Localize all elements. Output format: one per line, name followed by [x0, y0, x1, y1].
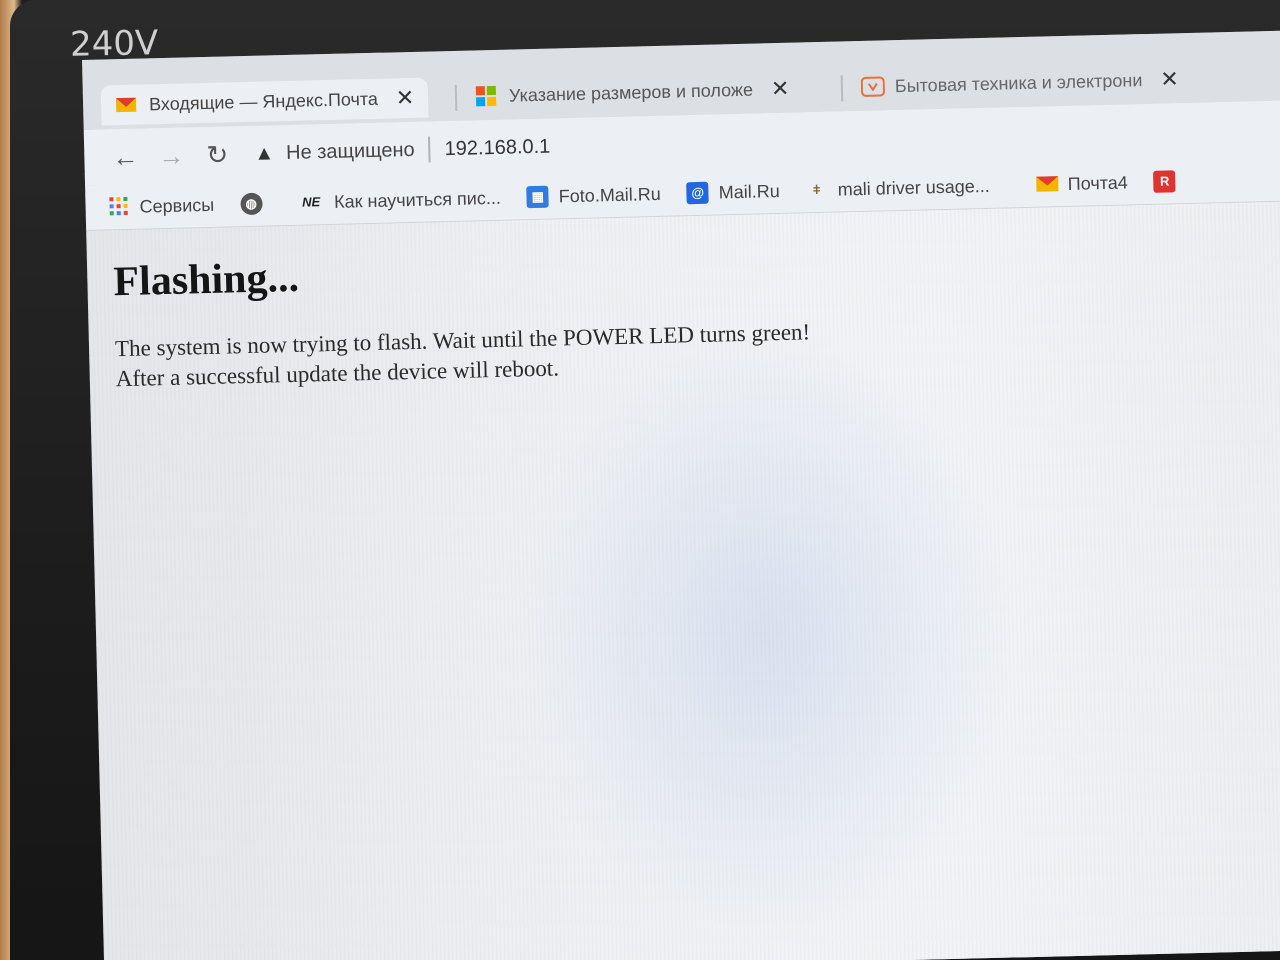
microsoft-icon — [475, 85, 498, 108]
tab-separator — [454, 84, 458, 111]
r-badge-icon: R — [1153, 170, 1176, 193]
apps-grid-icon — [107, 196, 130, 219]
bookmark-label: Как научиться пис... — [333, 187, 502, 212]
ne-icon: NE — [301, 194, 321, 210]
tab-separator — [840, 75, 844, 102]
close-icon[interactable]: ✕ — [1160, 66, 1179, 92]
page-content: Flashing... The system is now trying to … — [86, 201, 1280, 960]
screen-glare — [508, 328, 1024, 941]
omnibox-divider — [428, 136, 431, 163]
address-bar[interactable]: ▲ Не защищено 192.168.0.1 — [254, 127, 551, 174]
bookmark-services[interactable]: Сервисы — [107, 194, 214, 219]
bookmark-mail-ru[interactable]: @ Mail.Ru — [686, 180, 781, 205]
tab-title: Указание размеров и положе — [508, 79, 754, 106]
yandex-mail-icon — [115, 94, 138, 117]
bookmark-pochta4[interactable]: Почта4 — [1036, 171, 1129, 195]
back-icon[interactable]: ← — [102, 141, 149, 173]
bookmark-mali-driver[interactable]: ǂ mali driver usage... — [806, 175, 991, 201]
warning-icon[interactable]: ▲ — [254, 142, 274, 165]
mail-envelope-icon — [1036, 173, 1059, 196]
tab-title: Бытовая техника и электрони — [894, 69, 1143, 96]
browser-window: Входящие — Яндекс.Почта ✕ Указание разме… — [82, 30, 1280, 960]
bookmark-label: Foto.Mail.Ru — [558, 183, 662, 206]
reload-icon[interactable]: ↻ — [194, 139, 241, 171]
wolf-icon: ǂ — [812, 181, 821, 198]
security-label[interactable]: Не защищено — [286, 138, 415, 164]
tab-yandex-mail[interactable]: Входящие — Яндекс.Почта ✕ — [100, 77, 429, 126]
bookmark-label: mali driver usage... — [837, 175, 991, 200]
forward-icon[interactable]: → — [148, 140, 195, 172]
page-heading: Flashing... — [112, 254, 300, 306]
tab-microsoft[interactable]: Указание размеров и положе ✕ — [475, 69, 790, 117]
close-icon[interactable]: ✕ — [396, 85, 415, 111]
bookmark-r[interactable]: R — [1153, 170, 1186, 193]
photo-scene: 240V Входящие — Яндекс.Почта ✕ Указание … — [0, 0, 1280, 960]
bookmark-label: Почта4 — [1067, 171, 1128, 194]
tab-title: Входящие — Яндекс.Почта — [148, 88, 379, 114]
foto-mail-icon: ▦ — [526, 185, 550, 209]
bookmark-foto-mail[interactable]: ▦ Foto.Mail.Ru — [526, 183, 662, 209]
store-icon — [860, 75, 886, 98]
bookmark-learn-writing[interactable]: NE Как научиться пис... — [298, 187, 501, 214]
bookmark-label: Сервисы — [139, 194, 215, 217]
close-icon[interactable]: ✕ — [771, 76, 790, 102]
mail-ru-icon: @ — [686, 181, 710, 205]
globe-icon: ◍ — [239, 192, 263, 216]
url-text[interactable]: 192.168.0.1 — [444, 135, 550, 161]
bookmark-globe[interactable]: ◍ — [239, 192, 273, 216]
bookmark-label: Mail.Ru — [718, 180, 781, 202]
tab-electronics-store[interactable]: Бытовая техника и электрони ✕ — [860, 59, 1179, 107]
